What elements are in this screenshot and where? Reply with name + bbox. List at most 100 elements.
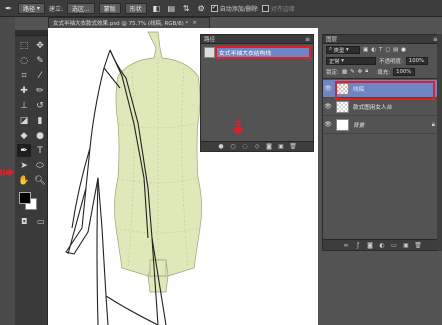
layer-style-icon[interactable]: ƒ <box>355 242 362 249</box>
document-title: 女式半袖大衣款式效果.psd @ 75.7% (线稿, RGB/8) * <box>53 21 189 27</box>
eye-icon[interactable]: 👁︎ <box>323 103 333 110</box>
eye-icon[interactable]: 👁︎ <box>323 121 333 128</box>
layer-filter-dropdown[interactable]: ⌕ 类型 ▾ <box>326 45 360 54</box>
pen-tool-icon[interactable]: ✒ <box>17 144 31 157</box>
foreground-color-swatch[interactable] <box>19 192 31 204</box>
path-arrange-icon[interactable]: ⇅ <box>181 3 192 14</box>
color-swatches[interactable] <box>19 192 47 212</box>
paths-panel-title[interactable]: 路径 <box>204 35 215 43</box>
marquee-tool-icon[interactable]: ⬚ <box>17 39 31 52</box>
load-path-as-selection-icon[interactable]: ◌ <box>242 143 249 150</box>
filter-toggle-icon[interactable]: ● <box>401 47 406 53</box>
panel-dock-edge <box>437 34 442 251</box>
layers-panel: 图层 ≡ ⌕ 类型 ▾ ▣ ◐ T ◻ ▤ ● 正常 ▾ 不透明度: 100% … <box>322 34 442 251</box>
red-arrow-pointer-icon <box>0 168 14 177</box>
close-icon[interactable]: × <box>192 20 197 26</box>
lock-row: 锁定: ▩ ✎ ✥ 🔒︎ 填充: 100% <box>323 66 441 77</box>
quick-mask-icon[interactable]: ◘ <box>18 215 31 228</box>
adjustment-filter-icon[interactable]: ◐ <box>371 47 376 53</box>
opacity-label: 不透明度: <box>379 58 403 65</box>
mode-dropdown[interactable]: 路径 ▾ <box>18 2 45 14</box>
pen-tool-icon[interactable]: ✒ <box>3 3 14 14</box>
layers-panel-title[interactable]: 图层 <box>326 35 337 43</box>
gear-icon[interactable]: ⚙ <box>196 3 207 14</box>
auto-add-delete-label: 自动添加/删除 <box>219 5 258 13</box>
screen-mode-icon[interactable]: ▭ <box>35 215 48 228</box>
lock-transparent-icon[interactable]: ▩ <box>342 69 347 75</box>
brush-tool-icon[interactable]: ✏ <box>33 84 47 97</box>
lock-image-icon[interactable]: ✎ <box>350 69 355 75</box>
layer-thumbnail <box>336 100 349 113</box>
fill-path-icon[interactable]: ● <box>218 143 225 150</box>
layer-name: 款式图用女人台 <box>353 104 393 111</box>
delete-path-icon[interactable]: 🗑︎ <box>289 143 297 150</box>
blur-tool-icon[interactable]: ◆ <box>17 129 31 142</box>
new-group-icon[interactable]: ▭ <box>391 242 398 249</box>
new-layer-icon[interactable]: ▣ <box>403 242 410 249</box>
link-layers-icon[interactable]: ∞ <box>343 242 350 249</box>
layer-row[interactable]: 👁︎ 背景 🔒︎ <box>323 116 441 134</box>
lasso-tool-icon[interactable]: ◌ <box>17 54 31 67</box>
layers-panel-header[interactable]: 图层 ≡ <box>323 35 441 44</box>
path-item[interactable]: 女式半袖大衣结构线 <box>201 46 313 59</box>
add-layer-mask-icon[interactable]: ◙ <box>367 242 374 249</box>
align-edges-label: 对齐边缘 <box>270 5 295 13</box>
build-label: 建立: <box>48 5 63 13</box>
healing-brush-tool-icon[interactable]: ✚ <box>17 84 31 97</box>
stroke-path-icon[interactable]: ○ <box>230 143 237 150</box>
auto-add-delete-checkbox[interactable] <box>210 4 218 12</box>
panel-menu-icon[interactable]: ≡ <box>305 36 310 43</box>
eyedropper-tool-icon[interactable]: ⁄ <box>33 69 47 82</box>
shape-button[interactable]: 形状 <box>124 2 147 14</box>
eraser-tool-icon[interactable]: ◪ <box>17 114 31 127</box>
type-filter-icon[interactable]: T <box>379 47 382 53</box>
path-operations-icon[interactable]: ◧ <box>151 3 162 14</box>
mode-value: 路径 <box>23 5 36 13</box>
lock-icon: 🔒︎ <box>431 120 435 128</box>
adjustment-layer-icon[interactable]: ◐ <box>379 242 386 249</box>
selection-button[interactable]: 选区... <box>66 2 95 14</box>
crop-tool-icon[interactable]: ⌗ <box>17 69 31 82</box>
ellipse-tool-icon[interactable]: ⬭ <box>33 159 47 172</box>
quick-selection-tool-icon[interactable]: ✎ <box>33 54 47 67</box>
mask-button[interactable]: 蒙版 <box>98 2 121 14</box>
path-alignment-icon[interactable]: ▤ <box>166 3 177 14</box>
fill-label: 填充: <box>377 69 391 76</box>
path-name: 女式半袖大衣结构线 <box>219 51 272 57</box>
blend-mode-value: 正常 <box>329 58 340 65</box>
search-icon: ⌕ <box>329 46 332 52</box>
layer-name: 背景 <box>353 122 365 129</box>
layer-row[interactable]: 👁︎ 线稿 <box>323 80 441 100</box>
shape-filter-icon[interactable]: ◻ <box>385 47 390 53</box>
blend-row: 正常 ▾ 不透明度: 100% <box>323 55 441 66</box>
history-brush-tool-icon[interactable]: ↺ <box>33 99 47 112</box>
dodge-tool-icon[interactable]: ● <box>33 129 47 142</box>
add-mask-icon[interactable]: ◙ <box>266 143 273 150</box>
eye-icon[interactable]: 👁︎ <box>323 85 333 92</box>
opacity-input[interactable]: 100% <box>405 56 428 65</box>
path-selection-tool-icon[interactable]: ➤ <box>17 159 31 172</box>
make-work-path-icon[interactable]: ◇ <box>254 143 261 150</box>
align-edges-checkbox[interactable] <box>261 4 269 12</box>
document-tab[interactable]: 女式半袖大衣款式效果.psd @ 75.7% (线稿, RGB/8) * × <box>48 17 210 28</box>
selection-button-label: 选区... <box>71 5 90 13</box>
pixel-filter-icon[interactable]: ▣ <box>363 47 368 53</box>
blend-mode-dropdown[interactable]: 正常 ▾ <box>326 56 376 65</box>
new-path-icon[interactable]: ▣ <box>278 143 285 150</box>
move-tool-icon[interactable]: ✥ <box>33 39 47 52</box>
smart-object-filter-icon[interactable]: ▤ <box>393 47 398 53</box>
lock-all-icon[interactable]: 🔒︎ <box>365 68 368 75</box>
lock-position-icon[interactable]: ✥ <box>358 69 363 75</box>
opacity-value: 100% <box>408 57 425 64</box>
delete-layer-icon[interactable]: 🗑︎ <box>414 242 422 249</box>
layer-row[interactable]: 👁︎ 款式图用女人台 <box>323 98 441 116</box>
fill-input[interactable]: 100% <box>393 67 416 76</box>
paths-panel-header[interactable]: 路径 ≡ <box>201 35 313 44</box>
clone-stamp-tool-icon[interactable]: ⊥ <box>17 99 31 112</box>
gradient-tool-icon[interactable]: ▮ <box>33 114 47 127</box>
auto-add-delete-option[interactable]: 自动添加/删除 <box>210 4 258 13</box>
align-edges-option[interactable]: 对齐边缘 <box>261 4 295 13</box>
hand-tool-icon[interactable]: ✋ <box>17 174 31 187</box>
type-tool-icon[interactable]: T <box>33 144 47 157</box>
zoom-tool-icon[interactable]: 🔍︎ <box>33 174 47 187</box>
